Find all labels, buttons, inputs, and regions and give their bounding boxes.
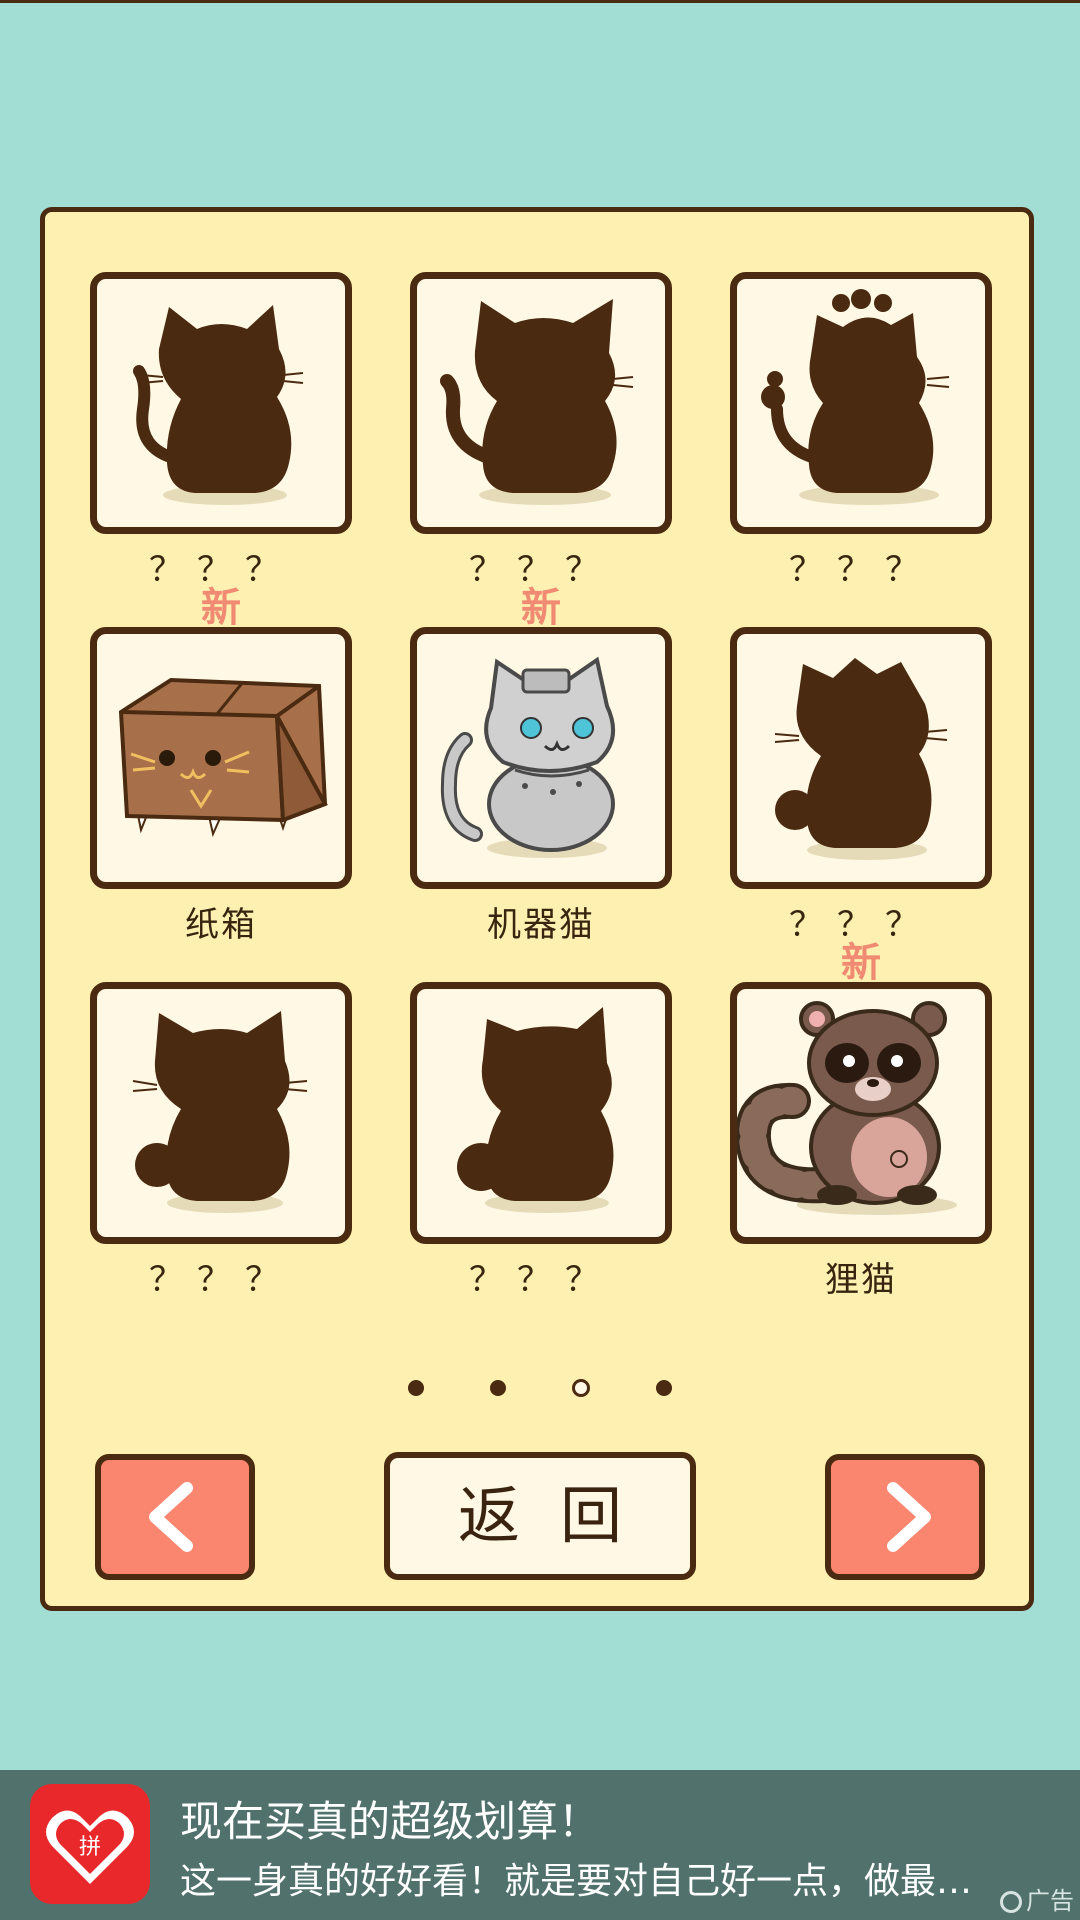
page-dot[interactable] xyxy=(490,1380,506,1396)
page-indicator xyxy=(0,1378,1080,1408)
silhouette-cat-icon xyxy=(440,299,634,505)
next-page-button[interactable] xyxy=(825,1454,985,1580)
silhouette-cat-icon xyxy=(457,1007,614,1213)
card-label: ？？？ xyxy=(789,550,933,590)
card-frame xyxy=(90,982,352,1244)
card-frame xyxy=(90,272,352,534)
prev-page-button[interactable] xyxy=(95,1454,255,1580)
card-frame xyxy=(410,272,672,534)
cardboard-box-cat-icon xyxy=(118,677,328,838)
page-dot[interactable] xyxy=(656,1380,672,1396)
card-label: ？？？ xyxy=(149,1260,293,1300)
raccoon-dog-icon xyxy=(737,1001,957,1215)
new-badge: 新 xyxy=(521,585,561,631)
chevron-left-icon xyxy=(149,1482,193,1552)
silhouette-cat-icon xyxy=(132,1011,308,1213)
card-frame xyxy=(90,627,352,889)
ad-subtitle: 这一身真的好好看！就是要对自己好一点，做最… xyxy=(180,1861,973,1902)
new-badge: 新 xyxy=(201,585,241,631)
svg-text:拼: 拼 xyxy=(79,1835,101,1860)
back-button[interactable]: 返回 xyxy=(384,1452,696,1580)
ad-label: 广告 xyxy=(1000,1881,1074,1916)
card-label: ？？？ xyxy=(469,1260,613,1300)
card-frame xyxy=(730,982,992,1244)
new-badge: 新 xyxy=(841,940,881,986)
card-frame xyxy=(730,272,992,534)
robot-cat-icon xyxy=(440,656,615,858)
ad-title: 现在买真的超级划算！ xyxy=(180,1797,601,1846)
ad-banner[interactable]: 拼 现在买真的超级划算！ 这一身真的好好看！就是要对自己好一点，做最… 广告 xyxy=(0,1770,1080,1920)
card-frame xyxy=(410,982,672,1244)
page-dot-active[interactable] xyxy=(572,1379,590,1397)
page-dot[interactable] xyxy=(408,1380,424,1396)
silhouette-cat-icon xyxy=(133,305,304,505)
card-frame xyxy=(730,627,992,889)
chevron-right-icon xyxy=(887,1482,931,1552)
ad-tag-text: 广告 xyxy=(1026,1887,1074,1915)
card-label: 狸猫 xyxy=(825,1260,897,1300)
card-label: 纸箱 xyxy=(185,905,257,945)
pinduoduo-logo-icon: 拼 xyxy=(30,1784,150,1904)
card-frame xyxy=(410,627,672,889)
silhouette-cat-icon xyxy=(774,658,948,860)
card-label: 机器猫 xyxy=(487,905,595,945)
top-border xyxy=(0,0,1080,3)
ad-info-icon xyxy=(1000,1891,1022,1913)
silhouette-gourd-cat-icon xyxy=(761,289,950,505)
